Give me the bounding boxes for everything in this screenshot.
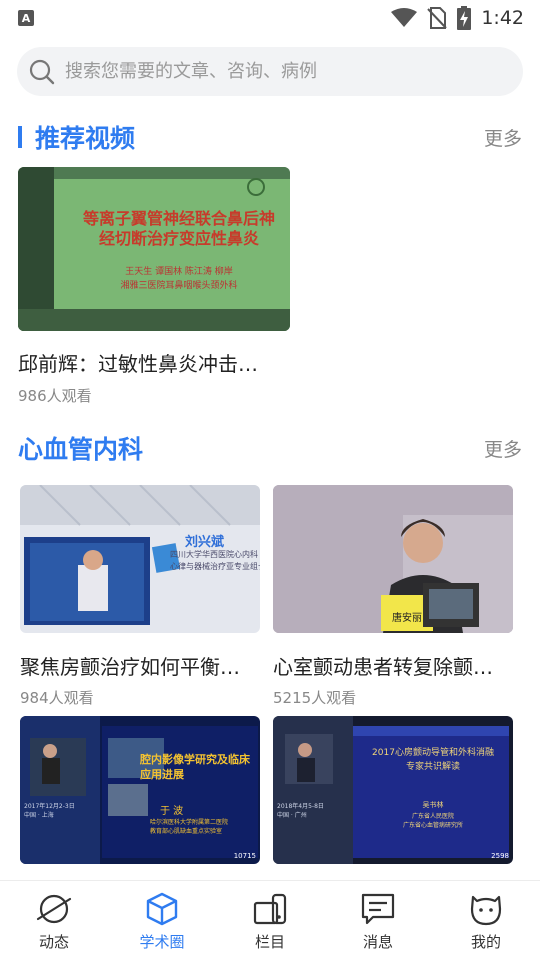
nav-label: 学术圈 — [139, 933, 185, 951]
video-thumbnail-image — [18, 167, 290, 331]
nav-item-academic[interactable]: 学术圈 — [108, 881, 216, 960]
more-link[interactable]: 更多 — [484, 124, 522, 151]
search-input[interactable] — [65, 61, 485, 82]
video-thumbnail[interactable]: 刘兴斌 四川大学华西医院心内科 心律与器械治疗亚专业组长 — [20, 485, 260, 633]
battery-charging-icon — [457, 6, 472, 30]
search-bar[interactable] — [17, 47, 523, 96]
no-sim-icon — [427, 7, 448, 29]
view-count: 984人观看 — [20, 689, 94, 707]
video-thumbnail[interactable]: 腔内影像学研究及临床应用进展 于 波 哈尔滨医科大学附属第二医院 教育部心肌缺血… — [20, 716, 260, 864]
nav-label: 栏目 — [254, 933, 285, 951]
section-title: 心血管内科 — [18, 435, 144, 464]
nav-label: 消息 — [362, 933, 393, 951]
slide-authors: 王天生 谭国林 陈江涛 柳岸 湘雅三医院耳鼻咽喉头颈外科 — [120, 267, 238, 291]
slide-speaker: 吴书林 — [422, 801, 444, 809]
video-thumbnail-image — [20, 716, 260, 864]
video-thumbnail[interactable]: 2017心房颤动导管和外科消融 专家共识解读 吴书林 广东省人民医院 广东省心血… — [273, 716, 513, 864]
wifi-icon — [391, 8, 418, 27]
more-link[interactable]: 更多 — [484, 435, 522, 462]
video-title[interactable]: 心室颤动患者转复除颤… — [273, 651, 513, 680]
slide-corner-number: 2598 — [491, 852, 509, 860]
video-title[interactable]: 聚焦房颤治疗如何平衡… — [20, 651, 260, 680]
nav-item-mine[interactable]: 我的 — [432, 881, 540, 960]
slide-speaker: 于 波 — [160, 806, 184, 817]
status-bar: A 1:42 — [0, 0, 540, 36]
slide-event-info: 2017年12月2-3日 中国 · 上海 — [24, 803, 75, 819]
face-icon — [470, 895, 502, 926]
video-thumbnail-image — [273, 716, 513, 864]
view-count: 986人观看 — [18, 387, 92, 405]
speaker-info: 四川大学华西医院心内科 心律与器械治疗亚专业组长 — [170, 550, 260, 571]
video-card[interactable]: 唐安丽 心室颤动患者转复除颤… 5215人观看 — [273, 485, 513, 710]
message-icon — [361, 893, 395, 925]
section-accent-bar — [18, 126, 22, 148]
status-icons: 1:42 — [391, 6, 524, 30]
video-card[interactable]: 腔内影像学研究及临床应用进展 于 波 哈尔滨医科大学附属第二医院 教育部心肌缺血… — [20, 716, 260, 866]
nav-item-column[interactable]: 栏目 — [216, 881, 324, 960]
slide-title: 2017心房颤动导管和外科消融 专家共识解读 — [372, 748, 494, 772]
slide-corner-number: 10715 — [233, 852, 256, 860]
slide-title: 等离子翼管神经联合鼻后神 经切断治疗变应性鼻炎 — [82, 209, 275, 248]
status-time: 1:42 — [481, 7, 524, 29]
video-thumbnail[interactable]: 唐安丽 — [273, 485, 513, 633]
slide-title: 腔内影像学研究及临床应用进展 — [140, 753, 250, 781]
video-card[interactable]: 刘兴斌 四川大学华西医院心内科 心律与器械治疗亚专业组长 聚焦房颤治疗如何平衡…… — [20, 485, 260, 710]
cube-icon — [146, 892, 178, 926]
view-count: 5215人观看 — [273, 689, 357, 707]
nav-item-messages[interactable]: 消息 — [324, 881, 432, 960]
speaker-name: 刘兴斌 — [185, 535, 225, 550]
video-card[interactable]: 等离子翼管神经联合鼻后神 经切断治疗变应性鼻炎 王天生 谭国林 陈江涛 柳岸 湘… — [18, 167, 290, 407]
nav-item-dynamic[interactable]: 动态 — [0, 881, 108, 960]
column-icon — [253, 893, 287, 925]
search-icon — [29, 59, 55, 84]
slide-institution: 哈尔滨医科大学附属第二医院 教育部心肌缺血重点实验室 — [150, 819, 229, 835]
slide-event-info: 2018年4月5-8日 中国 · 广州 — [277, 803, 324, 819]
nav-label: 我的 — [470, 933, 501, 951]
slide-institution: 广东省人民医院 广东省心血管病研究所 — [402, 813, 463, 829]
section-title: 推荐视频 — [35, 124, 136, 153]
video-title[interactable]: 邱前辉：过敏性鼻炎冲击… — [18, 348, 283, 377]
video-card[interactable]: 2017心房颤动导管和外科消融 专家共识解读 吴书林 广东省人民医院 广东省心血… — [273, 716, 513, 866]
notification-a-icon: A — [18, 10, 34, 26]
section-header-recommended: 推荐视频 更多 — [0, 117, 540, 157]
bottom-nav: 动态 学术圈 栏目 消息 我的 — [0, 880, 540, 960]
speaker-name: 唐安丽 — [392, 613, 422, 624]
video-thumbnail[interactable]: 等离子翼管神经联合鼻后神 经切断治疗变应性鼻炎 王天生 谭国林 陈江涛 柳岸 湘… — [18, 167, 290, 331]
planet-icon — [36, 894, 72, 924]
section-header-cardiology: 心血管内科 更多 — [0, 428, 540, 468]
nav-label: 动态 — [38, 933, 69, 951]
